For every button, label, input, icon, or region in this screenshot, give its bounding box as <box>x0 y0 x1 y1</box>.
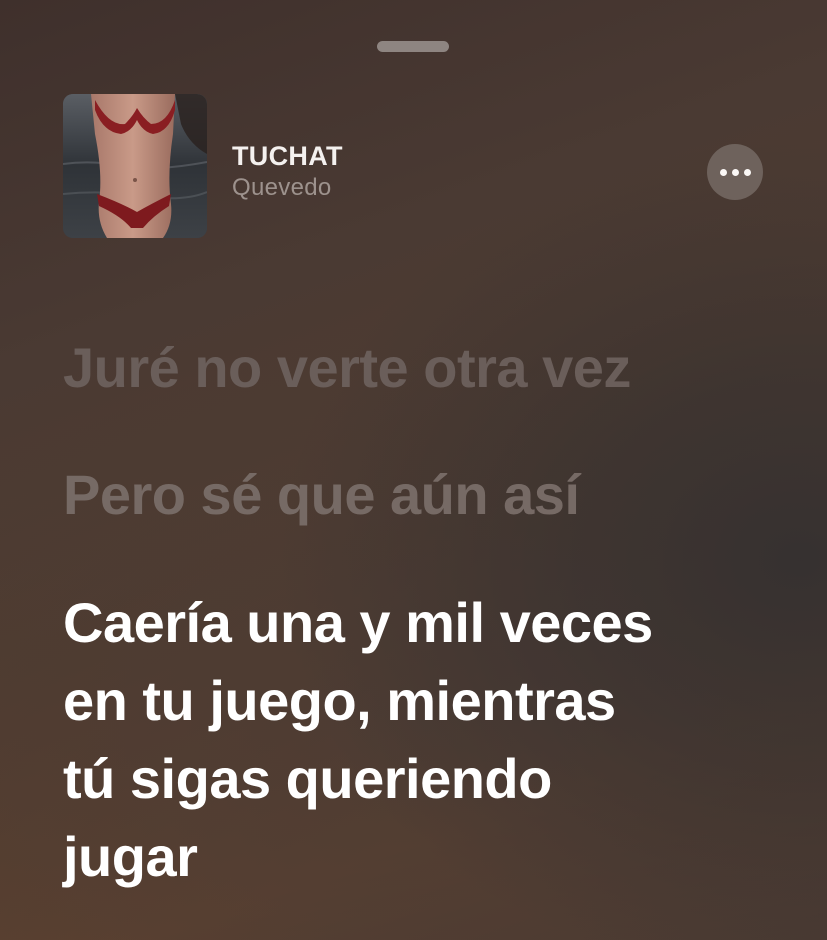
more-horizontal-icon-dot <box>731 168 739 176</box>
now-playing-header: TUCHAT Quevedo <box>63 94 763 238</box>
more-options-button[interactable] <box>707 144 763 200</box>
track-info: TUCHAT Quevedo <box>232 140 343 203</box>
lyric-line-previous[interactable]: Pero sé que aún así <box>63 457 803 533</box>
more-horizontal-icon <box>719 168 727 176</box>
album-artwork-image <box>63 94 207 238</box>
lyrics-view[interactable]: Juré no verte otra vez Pero sé que aún a… <box>63 330 803 896</box>
lyric-line-current[interactable]: Caería una y mil veces en tu juego, mien… <box>63 584 663 896</box>
sheet-grabber-handle[interactable] <box>377 41 449 52</box>
album-artwork[interactable] <box>63 94 207 238</box>
song-title: TUCHAT <box>232 141 343 171</box>
lyric-line-previous[interactable]: Juré no verte otra vez <box>63 330 803 406</box>
artist-name[interactable]: Quevedo <box>232 173 343 203</box>
more-horizontal-icon-dot <box>743 168 751 176</box>
